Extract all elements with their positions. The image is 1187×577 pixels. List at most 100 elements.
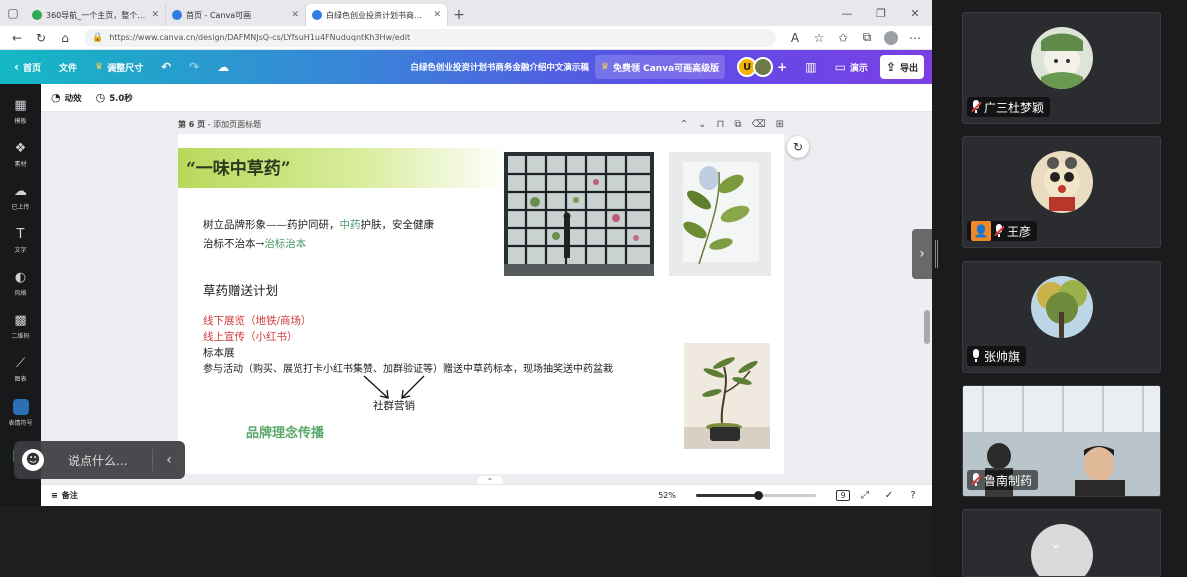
cat-avatar-graphic [1031,27,1093,89]
new-tab-button[interactable]: + [448,4,470,26]
leaf-specimen-photo[interactable] [669,152,771,276]
collapse-pages-button[interactable]: ⌃ [477,476,503,484]
favorites-icon[interactable]: ✩ [832,28,854,48]
home-button[interactable]: ‹ 首页 [8,55,47,79]
home-icon[interactable]: ⌂ [54,28,76,48]
emoji-icon[interactable]: ☻ [22,449,44,471]
specimen-wall-photo[interactable] [504,152,654,276]
add-page-title[interactable]: 添加页面标题 [213,119,261,130]
add-collaborator-icon[interactable]: + [777,60,787,74]
browser-tab-1[interactable]: 360导航_一个主页，整个世界 ✕ [26,4,166,26]
minimize-icon[interactable]: — [830,0,864,26]
zoom-slider-knob[interactable] [754,491,764,500]
back-icon[interactable]: ← [6,28,28,48]
sidebar-item-emoji[interactable]: 表情符号 [0,391,41,434]
add-page-icon[interactable]: ⊞ [776,119,784,130]
zoom-level[interactable]: 52% [658,491,676,500]
close-tab-icon[interactable]: ✕ [291,10,299,20]
close-tab-icon[interactable]: ✕ [151,10,159,20]
sidebar-item-charts[interactable]: ⟋ 图表 [0,348,41,391]
participant-avatar [1031,27,1093,89]
duration-button[interactable]: ◷ 5.0秒 [96,91,133,104]
participant-video-tile[interactable]: 鲁南制药 [962,385,1161,497]
profile-icon[interactable] [880,28,902,48]
help-icon[interactable]: ? [904,490,922,501]
chevron-down-icon[interactable]: ⌄ [1050,536,1062,552]
zoom-slider-fill [696,494,759,497]
more-menu-icon[interactable]: ⋯ [904,28,926,48]
participant-tile[interactable]: 广三杜梦颖 [962,12,1161,124]
activity-text[interactable]: 参与活动（购买、展览打卡小红书集赞、加群验证等）赠送中草药标本，现场抽奖送中药盆… [203,360,613,375]
cloud-save-button[interactable]: ☁ [211,55,235,79]
slide-canvas[interactable]: “一味中草药” 树立品牌形象——药护同研，中药护肤，安全健康 治标不治本→治标治… [178,134,784,474]
panel-resize-handle[interactable] [935,240,938,268]
participant-tile[interactable]: 👤 王彦 [962,136,1161,248]
collections-icon[interactable]: ⧉ [856,28,878,48]
maximize-icon[interactable]: ❐ [864,0,898,26]
sidebar-item-qrcode[interactable]: ▩ 二维码 [0,305,41,348]
read-aloud-icon[interactable]: A [784,28,806,48]
chat-input[interactable]: ☻ 说点什么... ‹ [14,441,185,479]
duplicate-icon[interactable]: ⧉ [734,119,741,130]
bonsai-photo[interactable] [684,343,770,449]
export-button[interactable]: ⇪ 导出 [879,55,924,79]
specimen-wall-graphic [504,152,654,276]
plan-title[interactable]: 草药赠送计划 [203,280,278,299]
page-count-badge[interactable]: 9 [836,490,850,501]
community-text[interactable]: 社群营销 [373,398,415,413]
check-icon[interactable]: ✓ [880,490,898,501]
cartoon-avatar-graphic [1031,151,1093,213]
chevron-left-icon: ‹ [14,60,19,74]
fullscreen-icon[interactable]: ⤢ [856,490,874,501]
refresh-icon[interactable]: ↻ [30,28,52,48]
offline-text[interactable]: 线下展览（地铁/商场） [203,313,312,328]
url-field[interactable]: 🔒 https://www.canva.cn/design/DAFMNJsQ-c… [84,28,776,47]
sidebar-item-styles[interactable]: ◐ 风格 [0,262,41,305]
animate-button[interactable]: ◔ 动效 [51,91,82,104]
zoom-slider[interactable] [696,491,816,500]
home-label: 首页 [22,63,41,74]
redo-icon: ↷ [189,60,200,74]
document-title[interactable]: 白绿色创业投资计划书商务金融介绍中文演示稿 [410,61,589,73]
favorite-star-icon[interactable]: ☆ [808,28,830,48]
window-menu-icon[interactable]: ▢ [0,0,26,26]
brand-concept-text[interactable]: 品牌理念传播 [246,422,324,441]
vertical-scrollbar[interactable] [924,310,930,344]
redo-button[interactable]: ↷ [183,55,205,79]
browser-tab-2[interactable]: 首页 - Canva可画 ✕ [166,4,306,26]
tab-title: 360导航_一个主页，整个世界 [46,10,148,20]
participant-namebar: 张帅旗 [967,346,1027,366]
participant-tile[interactable]: 张帅旗 [962,261,1161,373]
move-down-icon[interactable]: ⌄ [698,119,706,130]
close-window-icon[interactable]: ✕ [898,0,932,26]
close-tab-icon[interactable]: ✕ [433,10,441,20]
undo-button[interactable]: ↶ [155,55,177,79]
collaborators[interactable]: U + [731,55,793,79]
browser-tab-3[interactable]: 白绿色创业投资计划书商务金融介绍中文演示 ✕ [306,4,448,26]
tree-avatar-graphic [1031,276,1093,338]
delete-icon[interactable]: ⌫ [751,119,765,130]
resize-button[interactable]: ♛ 调整尺寸 [89,55,149,79]
insights-button[interactable]: ▥ [799,55,822,79]
online-text[interactable]: 线上宣传（小红书） [203,329,298,344]
sidebar-item-text[interactable]: T 文字 [0,219,41,262]
brand-line-1[interactable]: 树立品牌形象——药护同研，中药护肤，安全健康 [203,217,434,232]
file-menu-button[interactable]: 文件 [53,55,83,79]
present-button[interactable]: ▭ 演示 [829,55,874,79]
expand-panel-button[interactable]: › [912,229,932,279]
cloud-icon: ☁ [217,60,230,74]
crown-icon: ♛ [94,62,104,72]
lock-icon[interactable]: ⊓ [717,119,725,130]
sidebar-label: 模板 [14,118,27,125]
specimen-text[interactable]: 标本展 [203,345,235,360]
move-up-icon[interactable]: ⌃ [680,119,688,130]
notes-button[interactable]: ≡ 备注 [51,490,78,501]
pro-offer-button[interactable]: ♛ 免费领 Canva可画高级版 [594,55,726,79]
sidebar-item-templates[interactable]: ▦ 模板 [0,90,41,133]
sidebar-item-uploads[interactable]: ☁ 已上传 [0,176,41,219]
brand-line-2[interactable]: 治标不治本→治标治本 [203,236,306,251]
slide-title[interactable]: “一味中草药” [186,154,291,179]
chevron-left-icon[interactable]: ‹ [153,452,185,468]
refresh-suggestions-button[interactable]: ↻ [787,136,809,158]
sidebar-item-elements[interactable]: ❖ 素材 [0,133,41,176]
